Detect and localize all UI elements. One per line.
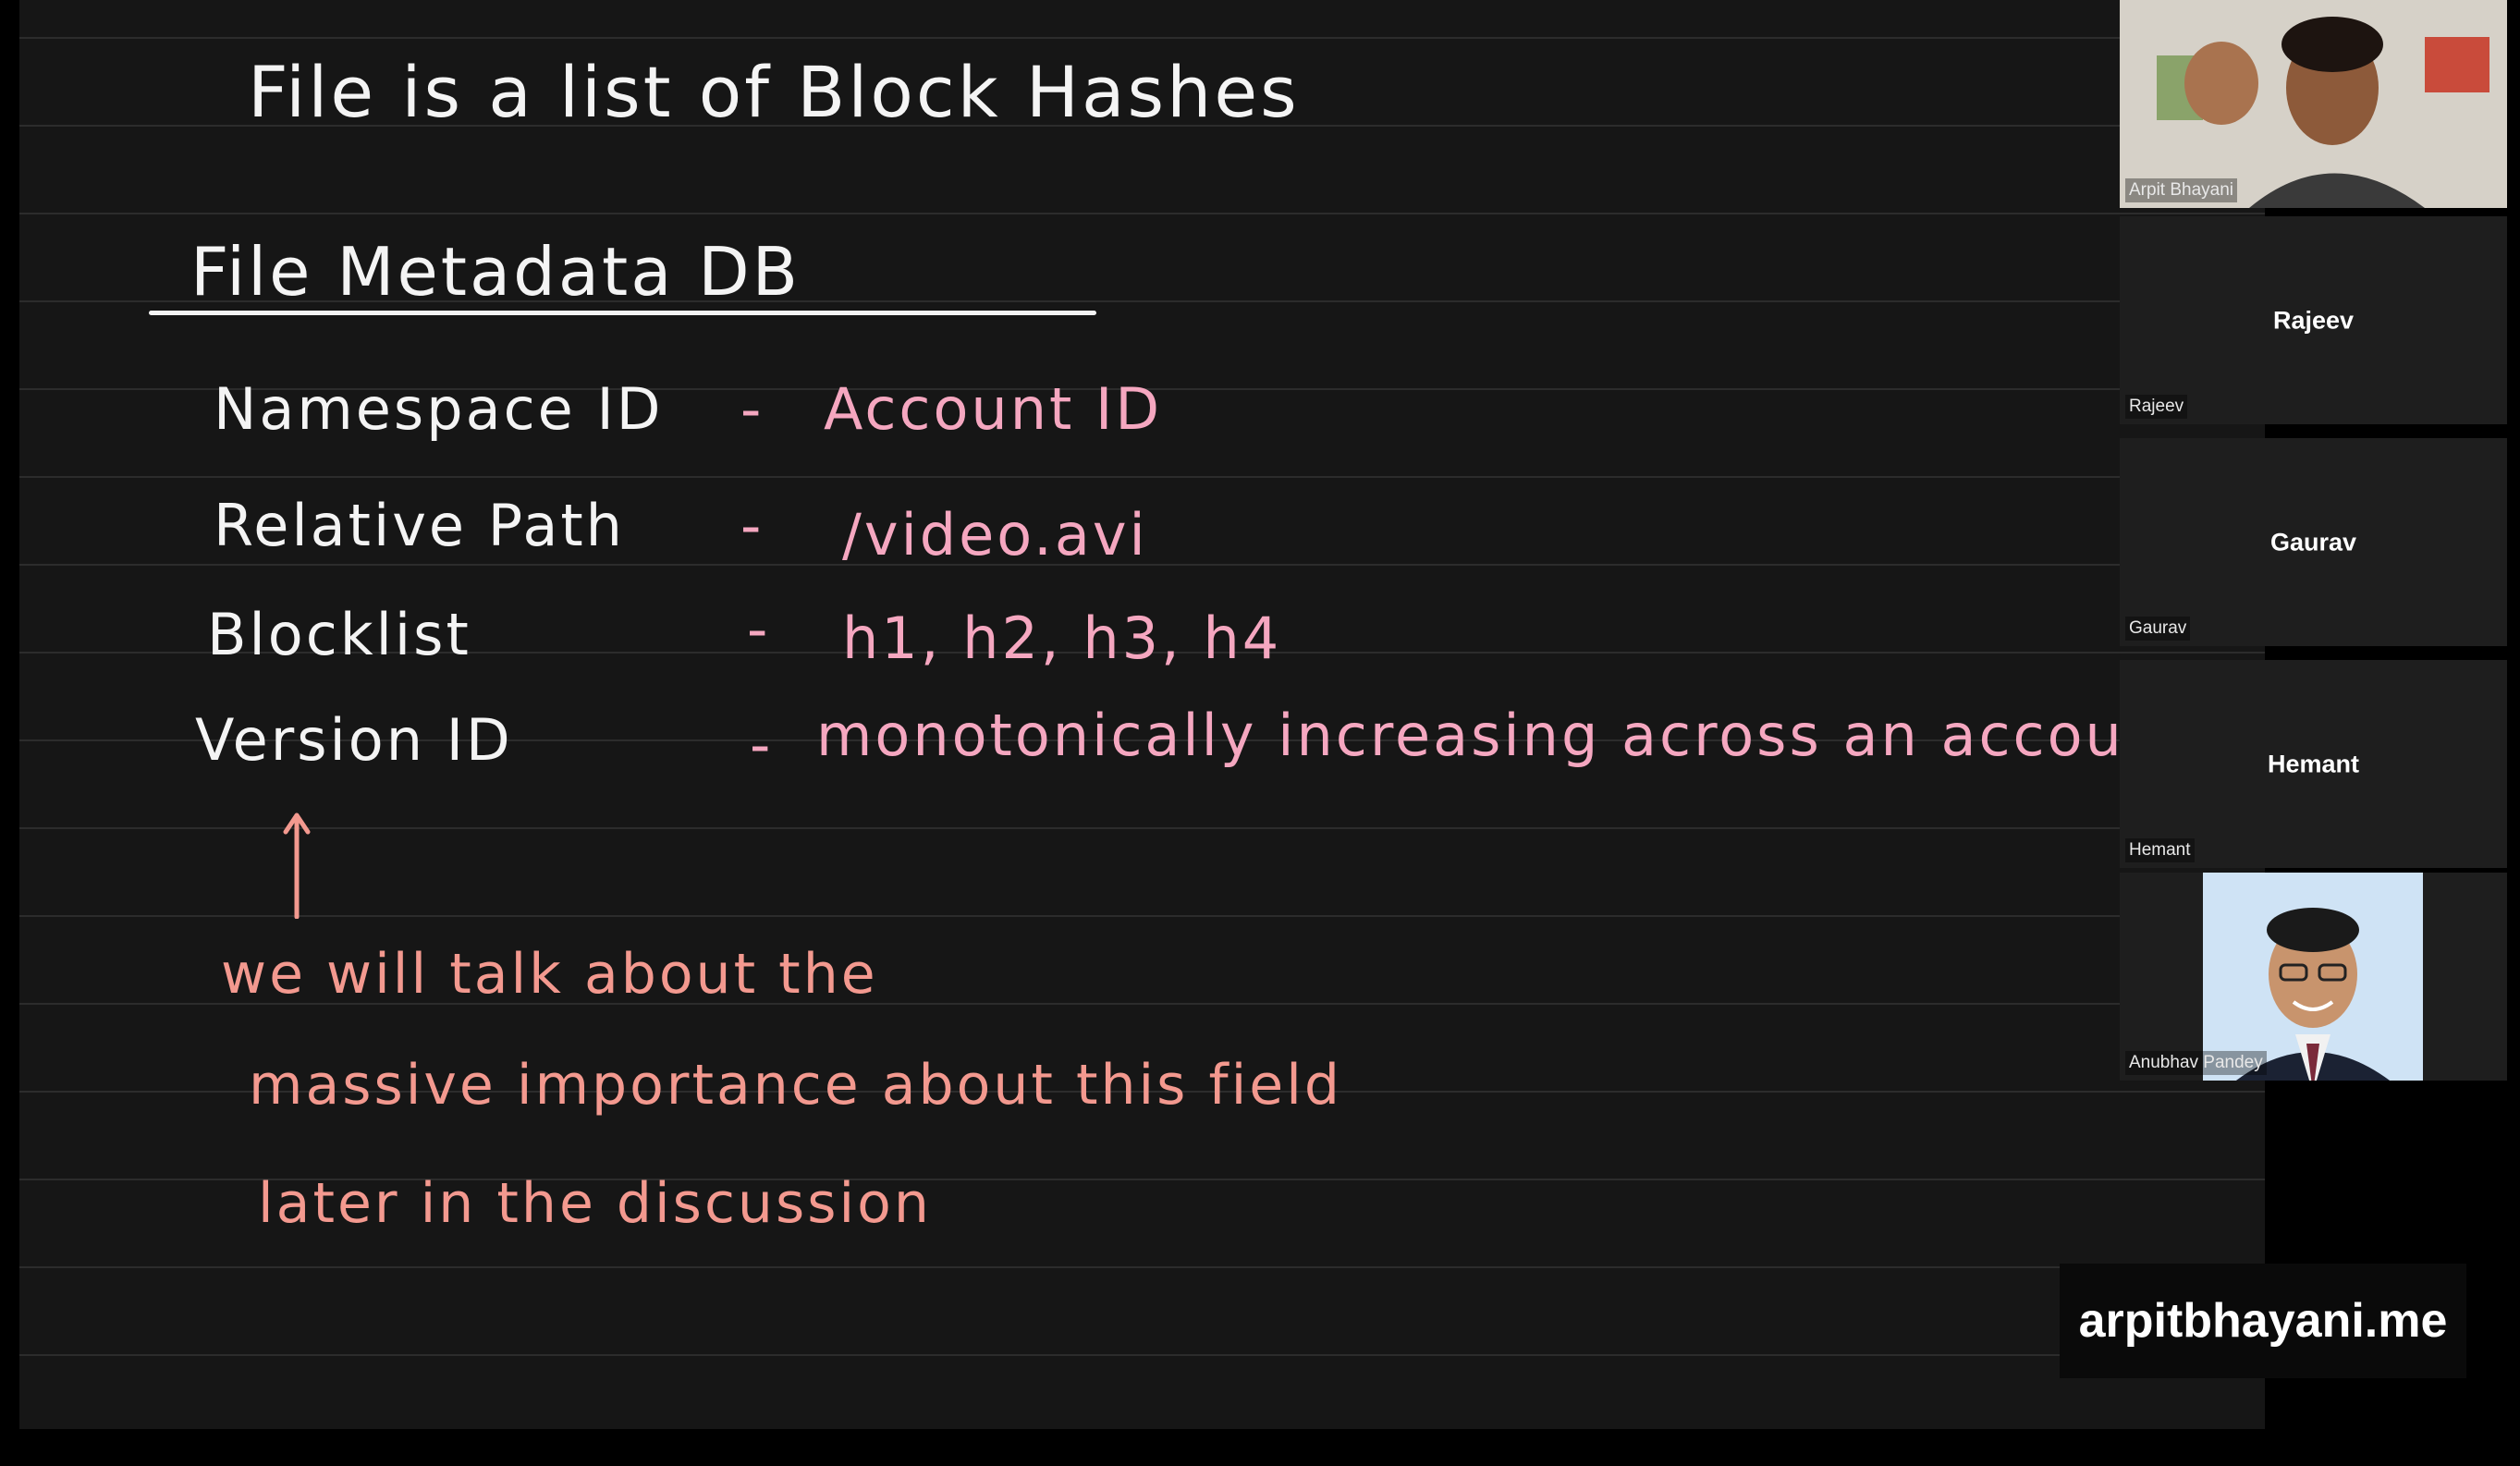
row-label-version-id: Version ID [195, 706, 513, 774]
bottom-bar [0, 1429, 2520, 1466]
row-value-blocklist: h1, h2, h3, h4 [842, 605, 1282, 672]
row-dash: - [740, 375, 765, 443]
participant-tile-anubhav[interactable]: Anubhav Pandey [2120, 873, 2507, 1081]
participant-name: Gaurav [2125, 617, 2191, 641]
row-dash: - [740, 492, 765, 559]
row-label-namespace: Namespace ID [214, 375, 664, 443]
note-line-3: later in the discussion [258, 1171, 932, 1236]
note-line-1: we will talk about the [221, 942, 878, 1007]
participant-center-name: Gaurav [2269, 528, 2357, 556]
up-arrow-icon [283, 812, 311, 919]
board-title: File is a list of Block Hashes [248, 51, 1300, 133]
db-heading: File Metadata DB [190, 233, 801, 311]
row-value-relative-path: /video.avi [842, 501, 1148, 568]
participant-tile-arpit[interactable]: Arpit Bhayani [2120, 0, 2507, 208]
video-feed-image [2120, 0, 2507, 208]
row-value-version-id: monotonically increasing across an accou… [816, 702, 2189, 769]
whiteboard-canvas: File is a list of Block Hashes File Meta… [19, 0, 2265, 1429]
row-value-namespace: Account ID [824, 375, 1163, 443]
participant-name: Arpit Bhayani [2125, 178, 2238, 202]
participant-name: Rajeev [2125, 395, 2188, 419]
participant-tile-hemant[interactable]: Hemant Hemant [2120, 660, 2507, 868]
row-dash: - [747, 595, 771, 663]
participant-name: Anubhav Pandey [2125, 1051, 2267, 1075]
row-label-relative-path: Relative Path [214, 492, 625, 559]
participant-name: Hemant [2125, 838, 2195, 862]
participant-center-name: Rajeev [2272, 306, 2355, 334]
participant-center-name: Hemant [2267, 750, 2360, 777]
row-dash: - [750, 711, 774, 778]
note-line-2: massive importance about this field [249, 1053, 1342, 1118]
site-watermark: arpitbhayani.me [2060, 1264, 2466, 1378]
avatar [2203, 873, 2423, 1081]
heading-underline [149, 311, 1096, 315]
row-label-blocklist: Blocklist [207, 601, 471, 668]
participant-tile-rajeev[interactable]: Rajeev Rajeev [2120, 216, 2507, 424]
participant-tile-gaurav[interactable]: Gaurav Gaurav [2120, 438, 2507, 646]
